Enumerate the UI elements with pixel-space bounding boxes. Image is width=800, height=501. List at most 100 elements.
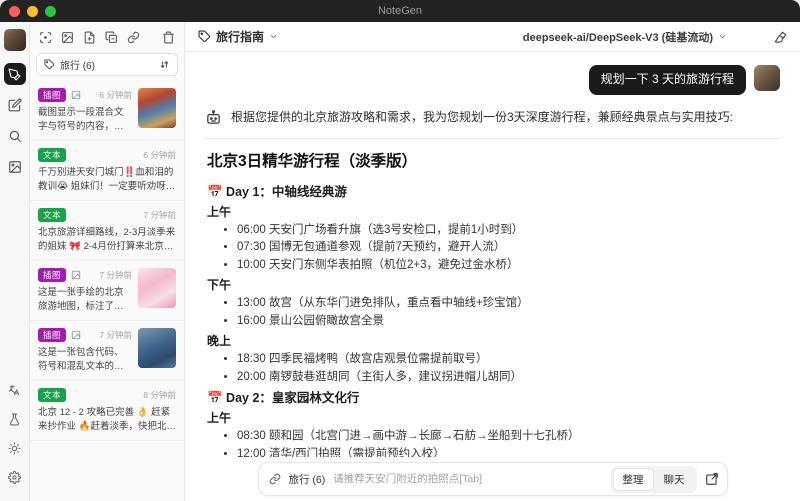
chevron-down-icon — [718, 32, 727, 41]
note-type-badge: 插图 — [38, 88, 67, 102]
mode-switch: 整理 聊天 — [610, 465, 697, 493]
image-icon — [8, 160, 22, 174]
note-thumbnail — [138, 268, 176, 308]
note-time: 6 分钟前 — [143, 149, 176, 160]
itinerary-list: 18:30 四季民福烤鸭（故宫店观景位需提前取号）20:00 南锣鼓巷逛胡同（主… — [207, 351, 780, 386]
chat-mode-button[interactable]: 聊天 — [654, 468, 695, 491]
settings-button[interactable] — [4, 466, 26, 488]
link-capture-icon[interactable] — [127, 31, 140, 44]
note-thumbnail — [138, 328, 176, 368]
note-type-badge: 插图 — [38, 268, 67, 282]
note-time: 7 分钟前 — [99, 269, 132, 280]
note-card[interactable]: 插图 6 分钟前 截图显示一段混合文字与符号的内容，包含多行无序排列的字母、数字… — [30, 81, 184, 141]
sort-icon[interactable] — [159, 59, 170, 70]
note-type-badge: 文本 — [38, 388, 67, 402]
note-text: 北京 12 - 2 攻略已完善 👌 赶紧来抄作业 🔥赶着淡季，快把北京旅游攻略重… — [38, 406, 176, 432]
period-label: 下午 — [207, 278, 232, 293]
note-list: 插图 6 分钟前 截图显示一段混合文字与符号的内容，包含多行无序排列的字母、数字… — [30, 81, 184, 501]
conversation-tag-label: 旅行指南 — [216, 30, 265, 44]
notes-record-button[interactable] — [3, 63, 26, 85]
model-label: deepseek-ai/DeepSeek-V3 (硅基流动) — [522, 31, 713, 44]
send-icon — [705, 472, 719, 486]
itinerary-list: 13:00 故宫（从东华门进免排队，重点看中轴线+珍宝馆）16:00 景山公园俯… — [207, 295, 780, 330]
user-message-bubble: 规划一下 3 天的旅游行程 — [588, 65, 746, 95]
clear-chat-button[interactable] — [773, 30, 787, 44]
pen-icon — [8, 68, 21, 81]
tag-filter-label: 旅行 (6) — [60, 61, 95, 72]
screenshot-capture-icon[interactable] — [39, 31, 52, 44]
itinerary-item: 18:30 四季民福烤鸭（故宫店观景位需提前取号） — [237, 351, 780, 369]
input-zone: 旅行 (6) 整理 聊天 — [185, 457, 800, 501]
period-label: 晚上 — [207, 334, 232, 349]
file-note-icon[interactable] — [83, 31, 96, 44]
search-button[interactable] — [4, 125, 26, 147]
itinerary-list: 08:30 颐和园（北宫门进→画中游→长廊→石舫→坐船到十七孔桥）12:00 清… — [207, 428, 780, 457]
itinerary-item: 08:30 颐和园（北宫门进→画中游→长廊→石舫→坐船到十七孔桥） — [237, 428, 780, 446]
trash-icon[interactable] — [162, 31, 175, 44]
message-divider — [205, 137, 780, 139]
note-card[interactable]: 插图 7 分钟前 这是一张手绘的北京旅游地图，标注了景点、交通方式和门票价格，如… — [30, 261, 184, 321]
gear-icon — [8, 470, 21, 484]
notes-sidebar: 旅行 (6) 插图 6 分钟前 截图显示一段混合文字与符号的内容，包含多行无序排… — [30, 22, 185, 501]
chat-scroll-area[interactable]: 规划一下 3 天的旅游行程 根据您提供的北京旅游攻略和需求，我为您规划一份3天深… — [185, 52, 800, 457]
user-avatar — [754, 65, 780, 91]
itinerary-title: 北京3日精华游行程（淡季版） — [207, 152, 418, 170]
message-input[interactable] — [333, 473, 603, 485]
compose-icon — [8, 98, 22, 112]
send-button[interactable] — [705, 472, 719, 486]
conversation-tag-selector[interactable]: 旅行指南 — [198, 28, 278, 45]
tag-filter[interactable]: 旅行 (6) — [36, 53, 178, 76]
itinerary-list: 06:00 天安门广场看升旗（选3号安检口，提前1小时到）07:30 国博无包通… — [207, 222, 780, 275]
note-type-badge: 文本 — [38, 208, 67, 222]
window-title: NoteGen — [377, 5, 423, 17]
note-text: 北京旅游详细路线，2-3月淡季来的姐妹 🎀 2-4月份打算来北京玩的宝子 不用再… — [38, 226, 176, 252]
chevron-down-icon — [269, 32, 278, 41]
organize-mode-button[interactable]: 整理 — [612, 467, 654, 491]
insert-image-icon[interactable] — [61, 31, 74, 44]
chat-input-bar: 旅行 (6) 整理 聊天 — [257, 462, 728, 496]
note-time: 7 分钟前 — [99, 329, 132, 340]
itinerary-item: 12:00 清华/西门拍照（需提前预约入校） — [237, 446, 780, 457]
model-selector[interactable]: deepseek-ai/DeepSeek-V3 (硅基流动) — [523, 29, 727, 45]
note-type-badge: 文本 — [38, 148, 67, 162]
itinerary-item: 06:00 天安门广场看升旗（选3号安检口，提前1小时到） — [237, 222, 780, 240]
translate-button[interactable] — [4, 379, 26, 401]
chat-header: 旅行指南 deepseek-ai/DeepSeek-V3 (硅基流动) — [185, 22, 800, 52]
note-text: 这是一张包含代码、符号和混乱文本的截图，内容难以辨识，似乎涉及技术... — [38, 346, 124, 372]
robot-icon — [205, 109, 222, 126]
attachment-image-icon — [71, 330, 81, 340]
note-text: 千万别进天安门城门‼️血和泪的教训😭 姐妹们！一定要听劝呀 ❗ 除非是预约了参观… — [38, 166, 174, 192]
day-heading: 📅 Day 2：皇家园林文化行 — [207, 391, 360, 406]
note-time: 6 分钟前 — [99, 89, 132, 100]
itinerary-item: 13:00 故宫（从东华门进免排队，重点看中轴线+珍宝馆） — [237, 295, 780, 313]
note-card[interactable]: 文本 8 分钟前 北京 12 - 2 攻略已完善 👌 赶紧来抄作业 🔥赶着淡季，… — [30, 381, 184, 441]
app-window: NoteGen 旅行 (6) 插图 6 分钟前 截图显示一段混合文字与符号的内容… — [0, 0, 800, 501]
sync-button[interactable] — [4, 408, 26, 430]
note-text: 这是一张手绘的北京旅游地图，标注了景点、交通方式和门票价格，如天安... — [38, 286, 124, 312]
attachment-image-icon — [71, 90, 81, 100]
flask-icon — [8, 413, 21, 426]
gallery-button[interactable] — [4, 156, 26, 178]
assistant-message-row: 根据您提供的北京旅游攻略和需求，我为您规划一份3天深度游行程，兼顾经典景点与实用… — [205, 108, 780, 126]
itinerary-item: 16:00 景山公园俯瞰故宫全景 — [237, 313, 780, 331]
note-text: 截图显示一段混合文字与符号的内容，包含多行无序排列的字母、数字和符... — [38, 106, 124, 132]
link-context-icon — [269, 473, 281, 485]
clipboard-copy-icon[interactable] — [105, 31, 118, 44]
left-rail — [0, 22, 30, 501]
titlebar: NoteGen — [0, 0, 800, 22]
user-message-row: 规划一下 3 天的旅游行程 — [205, 65, 780, 95]
assistant-intro-text: 根据您提供的北京旅游攻略和需求，我为您规划一份3天深度游行程，兼顾经典景点与实用… — [231, 109, 734, 124]
note-thumbnail — [138, 88, 176, 128]
itinerary-item: 20:00 南锣鼓巷逛胡同（主街人多，建议拐进帽儿胡同） — [237, 369, 780, 387]
context-tag-label[interactable]: 旅行 (6) — [289, 472, 326, 487]
note-card[interactable]: 文本 7 分钟前 北京旅游详细路线，2-3月淡季来的姐妹 🎀 2-4月份打算来北… — [30, 201, 184, 261]
itinerary-markdown: 北京3日精华游行程（淡季版） 📅 Day 1：中轴线经典游 上午 06:00 天… — [205, 149, 780, 457]
tag-icon — [44, 59, 55, 70]
theme-toggle-button[interactable] — [4, 437, 26, 459]
user-avatar[interactable] — [3, 29, 26, 51]
note-card[interactable]: 文本 6 分钟前 千万别进天安门城门‼️血和泪的教训😭 姐妹们！一定要听劝呀 ❗… — [30, 141, 184, 201]
attachment-image-icon — [71, 270, 81, 280]
note-card[interactable]: 插图 7 分钟前 这是一张包含代码、符号和混乱文本的截图，内容难以辨识，似乎涉及… — [30, 321, 184, 381]
compose-note-button[interactable] — [4, 94, 26, 116]
sun-icon — [8, 442, 21, 455]
